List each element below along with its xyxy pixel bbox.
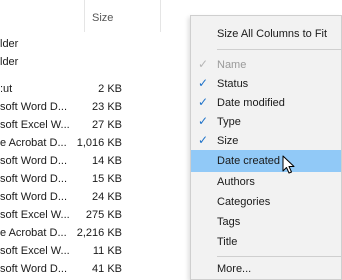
menu-item-label: Status (217, 78, 249, 90)
file-type-cell: soft Excel W... (0, 119, 70, 131)
file-row[interactable]: lder (0, 36, 180, 54)
column-divider[interactable] (160, 0, 161, 32)
menu-item-size[interactable]: ✓ Size (191, 130, 341, 152)
file-type-cell: soft Excel W... (0, 245, 70, 257)
file-size-cell: 1,016 KB (76, 137, 122, 149)
menu-item-authors[interactable]: Authors (191, 171, 341, 193)
file-row[interactable]: lder (0, 54, 180, 72)
file-type-cell: lder (0, 38, 19, 50)
file-row[interactable]: e Acrobat D... 1,016 KB (0, 135, 180, 153)
file-row[interactable]: soft Word D... 14 KB (0, 153, 180, 171)
menu-item-label: Name (217, 59, 247, 71)
menu-item-title[interactable]: Title (191, 231, 341, 253)
menu-item-label: Size (217, 135, 239, 147)
file-type-cell: :ut (0, 83, 13, 95)
checkmark-icon: ✓ (198, 95, 209, 109)
file-size-cell: 23 KB (92, 101, 122, 113)
menu-item-label: Date created (217, 155, 280, 167)
file-row[interactable]: soft Word D... 23 KB (0, 99, 180, 117)
column-divider[interactable] (84, 0, 85, 32)
file-size-cell: 2,216 KB (76, 227, 122, 239)
file-size-cell: 41 KB (92, 263, 122, 275)
menu-item-categories[interactable]: Categories (191, 191, 341, 213)
menu-separator (217, 49, 341, 50)
menu-item-label: Date modified (217, 97, 285, 109)
file-row[interactable]: e Acrobat D... 2,216 KB (0, 225, 180, 243)
menu-item-label: Type (217, 116, 241, 128)
file-row[interactable]: soft Word D... 15 KB (0, 171, 180, 189)
file-size-cell: 14 KB (92, 155, 122, 167)
file-row[interactable]: :ut 2 KB (0, 81, 180, 99)
menu-item-tags[interactable]: Tags (191, 211, 341, 233)
menu-item-label: Tags (217, 216, 241, 228)
file-type-cell: soft Word D... (0, 263, 68, 275)
file-row[interactable]: soft Excel W... 11 KB (0, 243, 180, 261)
menu-item-label: Categories (217, 196, 271, 208)
file-type-cell: soft Word D... (0, 191, 68, 203)
file-size-cell: 15 KB (92, 173, 122, 185)
checkmark-icon: ✓ (198, 114, 209, 128)
menu-item-label: More... (217, 263, 252, 275)
file-row[interactable]: soft Excel W... 27 KB (0, 117, 180, 135)
file-type-cell: soft Excel W... (0, 209, 70, 221)
menu-item-more[interactable]: More... (191, 258, 341, 280)
menu-item-label: Authors (217, 176, 255, 188)
file-size-cell: 2 KB (98, 83, 122, 95)
file-type-cell: soft Word D... (0, 155, 68, 167)
file-row[interactable]: soft Excel W... 275 KB (0, 207, 180, 225)
menu-item-label: Size All Columns to Fit (217, 28, 328, 40)
file-type-cell: soft Word D... (0, 173, 68, 185)
file-size-cell: 11 KB (92, 245, 122, 257)
mouse-pointer-icon (282, 155, 295, 174)
file-row[interactable]: soft Word D... 24 KB (0, 189, 180, 207)
file-type-cell: soft Word D... (0, 101, 68, 113)
menu-item-label: Title (217, 236, 238, 248)
menu-separator (217, 256, 341, 257)
checkmark-icon: ✓ (198, 57, 209, 71)
file-size-cell: 24 KB (92, 191, 122, 203)
file-size-cell: 275 KB (85, 209, 122, 221)
menu-item-date-created[interactable]: Date created (191, 150, 341, 172)
checkmark-icon: ✓ (198, 76, 209, 90)
column-header-size[interactable]: Size (92, 12, 113, 24)
menu-item-size-all-columns-to-fit[interactable]: Size All Columns to Fit (191, 23, 341, 45)
checkmark-icon: ✓ (198, 133, 209, 147)
column-context-menu: Size All Columns to Fit ✓ Name ✓ Status … (190, 15, 342, 280)
file-size-cell: 27 KB (92, 119, 122, 131)
file-row[interactable]: soft Word D... 41 KB (0, 261, 180, 279)
file-type-cell: lder (0, 56, 19, 68)
